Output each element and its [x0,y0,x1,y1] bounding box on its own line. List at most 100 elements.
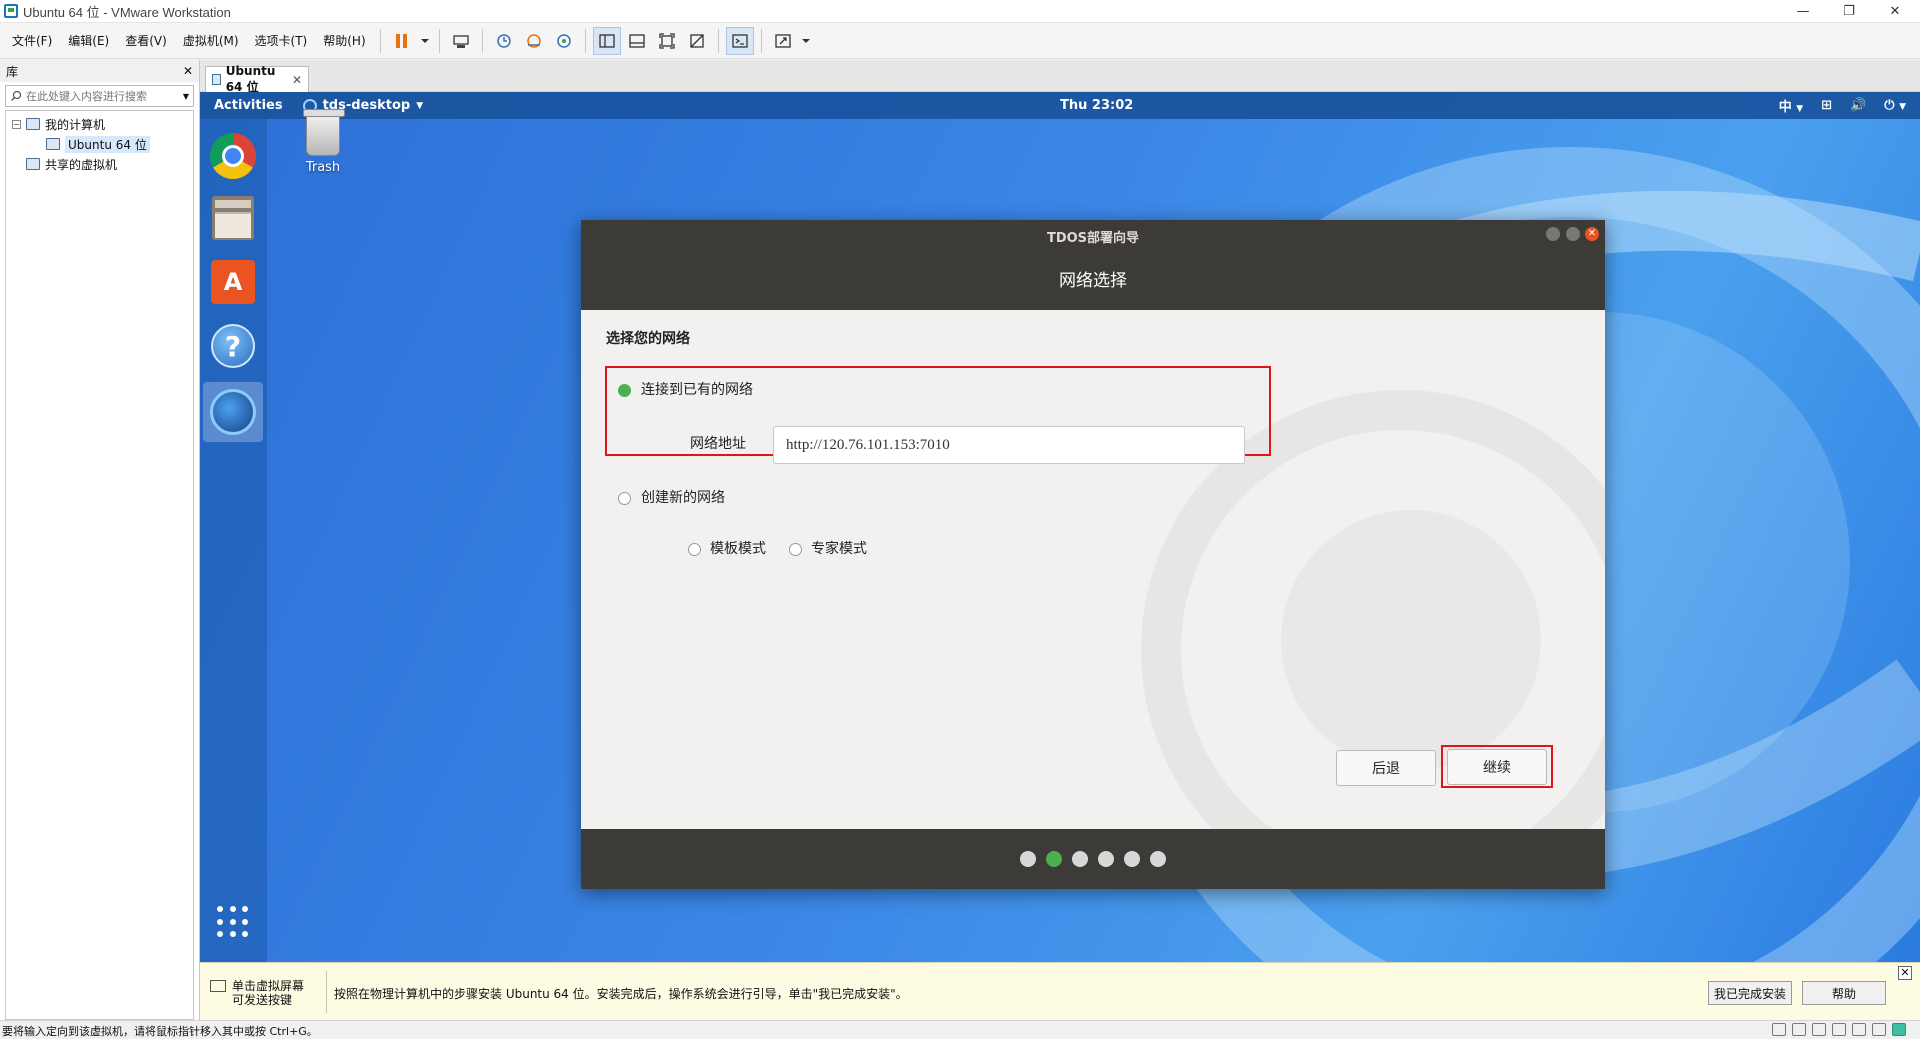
sound-icon[interactable] [1852,1023,1866,1036]
minimize-icon[interactable] [1546,227,1560,241]
unity-icon[interactable] [683,27,711,55]
clock[interactable]: Thu 23:02 [1060,98,1133,113]
dock-help[interactable]: ? [206,319,260,373]
radio-expert-mode[interactable] [789,543,802,556]
desktop-trash[interactable]: Trash [288,109,358,175]
status-bar: 要将输入定向到该虚拟机，请将鼠标指针移入其中或按 Ctrl+G。 [0,1020,1920,1038]
menu-vm[interactable]: 虚拟机(M) [175,23,247,59]
close-icon[interactable]: ✕ [1585,227,1599,241]
vm-screen[interactable]: Activities tds-desktop ▼ Thu 23:02 中 ▼ ⊞… [200,92,1920,962]
dropdown-icon[interactable] [799,27,813,55]
progress-dot [1124,851,1140,867]
progress-dot-current [1046,851,1062,867]
dropdown-icon[interactable] [418,27,432,55]
snapshot-icon[interactable] [490,27,518,55]
window-titlebar: Ubuntu 64 位 - VMware Workstation — ❐ ✕ [0,0,1920,23]
option-create-new-label[interactable]: 创建新的网络 [641,487,725,507]
hint-separator [326,971,327,1013]
hint-close-icon[interactable]: ✕ [1898,966,1912,980]
section-title: 选择您的网络 [606,331,690,347]
dock-files[interactable] [206,191,260,245]
show-apps-icon[interactable] [217,906,251,940]
back-button[interactable]: 后退 [1336,750,1436,786]
fullscreen-icon[interactable] [653,27,681,55]
message-log-icon[interactable] [1892,1023,1906,1036]
hint-text: 按照在物理计算机中的步骤安装 Ubuntu 64 位。安装完成后，操作系统会进行… [334,987,908,1001]
network-address-label: 网络地址 [690,436,746,452]
minimize-icon[interactable]: — [1780,0,1826,23]
network-icon[interactable]: ⊞ [1821,98,1832,113]
snapshot-manager-icon[interactable] [550,27,578,55]
trash-label: Trash [305,160,341,175]
library-search-input[interactable] [26,89,176,103]
chevron-down-icon[interactable]: ▼ [183,92,189,101]
window-title: Ubuntu 64 位 - VMware Workstation [23,4,231,20]
progress-dot [1098,851,1114,867]
menu-tabs[interactable]: 选项卡(T) [247,23,316,59]
tab-close-icon[interactable]: ✕ [292,73,302,87]
toolbar-separator [760,28,762,53]
close-icon[interactable]: ✕ [1872,0,1918,23]
vmware-app-icon [4,4,18,18]
thumbnail-view-icon[interactable] [623,27,651,55]
dialog-progress [581,829,1605,889]
tree-item-my-computer[interactable]: − 我的计算机 [12,114,187,134]
menu-help[interactable]: 帮助(H) [315,23,373,59]
pause-icon[interactable] [388,27,416,55]
dock-software[interactable]: A [206,255,260,309]
network-address-input[interactable]: http://120.76.101.153:7010 [773,426,1245,464]
dock-tdos[interactable] [203,382,263,442]
done-install-button[interactable]: 我已完成安装 [1708,981,1792,1005]
toolbar-separator [481,28,483,53]
tree-label: 共享的虚拟机 [45,157,118,172]
collapse-icon[interactable]: − [12,119,21,129]
help-button[interactable]: 帮助 [1802,981,1886,1005]
radio-template-mode[interactable] [688,543,701,556]
hdd-icon[interactable] [1772,1023,1786,1036]
chrome-icon [210,133,256,179]
toolbar-separator [379,28,381,53]
library-view-icon[interactable] [592,26,621,55]
activities-button[interactable]: Activities [214,98,283,113]
console-icon[interactable] [725,26,754,55]
menu-view[interactable]: 查看(V) [117,23,175,59]
system-tray[interactable]: 中 ▼ ⊞ 🔊 ⏻ ▼ [1779,96,1906,115]
menubar: 文件(F) 编辑(E) 查看(V) 虚拟机(M) 选项卡(T) 帮助(H) [0,23,1920,59]
chevron-down-icon: ▼ [1796,104,1804,114]
tree-item-ubuntu-vm[interactable]: Ubuntu 64 位 [12,134,187,154]
library-close-icon[interactable]: ✕ [183,64,193,78]
tab-label: Ubuntu 64 位 [225,64,276,94]
input-method-label: 中 [1778,100,1792,115]
menu-edit[interactable]: 编辑(E) [60,23,117,59]
keyboard-icon [210,980,226,992]
tree-label: Ubuntu 64 位 [65,135,150,153]
option-expert-mode-label[interactable]: 专家模式 [811,538,867,558]
maximize-icon[interactable] [1566,227,1580,241]
revert-snapshot-icon[interactable] [520,27,548,55]
dock-chrome[interactable] [206,129,260,183]
gnome-top-bar: Activities tds-desktop ▼ Thu 23:02 中 ▼ ⊞… [200,92,1920,119]
usb-icon[interactable] [1832,1023,1846,1036]
tree-item-shared-vms[interactable]: 共享的虚拟机 [12,154,187,174]
radio-connect-existing[interactable] [618,384,631,397]
volume-icon[interactable]: 🔊 [1850,98,1866,113]
cdrom-icon[interactable] [1792,1023,1806,1036]
tab-ubuntu-vm[interactable]: Ubuntu 64 位 ✕ [205,64,309,94]
tree-label: 我的计算机 [45,117,106,132]
radio-create-new[interactable] [618,492,631,505]
network-adapter-icon[interactable] [1812,1023,1826,1036]
menu-file[interactable]: 文件(F) [4,23,60,59]
option-template-mode-label[interactable]: 模板模式 [710,538,766,558]
input-method-indicator[interactable]: 中 ▼ [1779,96,1803,115]
continue-button[interactable]: 继续 [1447,749,1547,785]
display-icon[interactable] [1872,1023,1886,1036]
power-icon[interactable]: ⏻ ▼ [1884,98,1906,113]
library-search-box[interactable]: ▼ [5,85,194,107]
hint-click-to-send-keys[interactable]: 单击虚拟屏幕 可发送按键 [210,979,304,1007]
stretch-icon[interactable] [769,27,797,55]
send-ctrl-alt-del-icon[interactable] [447,27,475,55]
restore-icon[interactable]: ❐ [1826,0,1872,23]
vm-tabbar: Ubuntu 64 位 ✕ [200,60,1920,94]
vm-icon [46,138,60,150]
option-connect-existing-label[interactable]: 连接到已有的网络 [641,379,753,399]
